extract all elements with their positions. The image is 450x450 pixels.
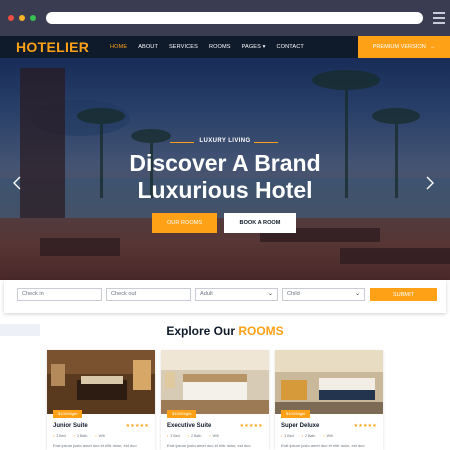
carousel-prev-icon[interactable] [12,176,22,190]
price-badge: $100/Night [167,410,197,418]
hero-subtitle-line-right [254,142,278,143]
bath-count: 2 Bath [304,434,316,438]
premium-version-label: PREMIUM VERSION [372,44,426,50]
bath-icon: ▪ [301,434,303,438]
adult-select-value: Adult [200,291,213,297]
price-badge: $100/Night [281,410,311,418]
site-logo[interactable]: HOTELIER [16,36,89,58]
bed-info: ▪ 3 Bed [167,434,180,438]
book-a-room-button[interactable]: BOOK A ROOM [224,213,296,233]
check-out-field[interactable]: Check out [106,288,191,301]
star-rating: ★★★★★ [125,423,149,429]
room-description: Erat ipsum justo amet duo et elitr dolor… [167,443,251,448]
wifi-info: ▪ Wifi [209,434,218,438]
price-badge: $100/Night [53,410,83,418]
close-window-dot[interactable] [8,15,14,21]
room-photo [47,350,155,414]
caret-down-icon: ▾ [260,44,266,50]
bath-info: ▪ 2 Bath [74,434,88,438]
bed-icon: ▪ [53,434,55,438]
star-rating: ★★★★★ [239,423,263,429]
bed-count: 3 Bed [56,434,66,438]
chevron-down-icon: ⌄ [354,291,360,297]
nav-rooms[interactable]: ROOMS [209,44,231,50]
star-rating: ★★★★★ [353,423,377,429]
bed-info: ▪ 3 Bed [53,434,66,438]
child-select[interactable]: Child ⌄ [282,288,365,301]
nav-links: HOME ABOUT SERVICES ROOMS PAGES ▾ CONTAC… [110,36,304,58]
wifi-info: ▪ Wifi [95,434,104,438]
room-description: Erat ipsum justo amet duo et elitr dolor… [53,443,137,448]
carousel-next-icon[interactable] [425,176,435,190]
room-meta: ▪ 3 Bed ▪ 2 Bath ▪ Wifi [53,434,105,438]
wifi-icon: ▪ [209,434,211,438]
arrow-right-icon: → [429,44,436,50]
room-name: Super Deluxe [281,423,320,429]
nav-pages-label: PAGES [241,44,261,50]
address-bar[interactable] [46,12,423,24]
wifi-icon: ▪ [323,434,325,438]
room-meta: ▪ 3 Bed ▪ 2 Bath ▪ Wifi [281,434,333,438]
hero-carousel: LUXURY LIVING Discover A Brand Luxurious… [0,58,450,280]
bed-count: 3 Bed [170,434,180,438]
rooms-title-accent: ROOMS [238,324,284,338]
room-description: Erat ipsum justo amet duo et elitr dolor… [281,443,365,448]
bath-count: 2 Bath [76,434,88,438]
rooms-section-title: Explore Our ROOMS [0,324,450,338]
bed-info: ▪ 3 Bed [281,434,294,438]
browser-toolbar [0,0,450,36]
nav-contact[interactable]: CONTACT [277,44,304,50]
hamburger-menu-icon[interactable] [433,12,445,24]
nav-pages-dropdown[interactable]: PAGES ▾ [242,44,266,50]
wifi-label: Wifi [212,434,219,438]
bath-icon: ▪ [187,434,189,438]
check-in-field[interactable]: Check in [17,288,102,301]
bed-icon: ▪ [281,434,283,438]
chevron-down-icon: ⌄ [267,291,273,297]
hero-title-line-2: Luxurious Hotel [137,177,313,203]
room-photo [161,350,269,414]
wifi-label: Wifi [326,434,333,438]
bath-count: 2 Bath [190,434,202,438]
hero-title-line-1: Discover A Brand [129,150,321,176]
room-name: Junior Suite [53,423,88,429]
booking-form: Check in Check out Adult ⌄ Child ⌄ SUBMI… [4,280,446,313]
maximize-window-dot[interactable] [30,15,36,21]
bed-count: 3 Bed [284,434,294,438]
room-photo [275,350,383,414]
rooms-title-prefix: Explore Our [166,324,235,338]
bath-info: ▪ 2 Bath [302,434,316,438]
hero-title: Discover A Brand Luxurious Hotel [0,150,450,204]
bath-icon: ▪ [73,434,75,438]
minimize-window-dot[interactable] [19,15,25,21]
wifi-label: Wifi [98,434,105,438]
submit-button[interactable]: SUBMIT [370,288,437,301]
room-meta: ▪ 3 Bed ▪ 2 Bath ▪ Wifi [167,434,219,438]
adult-select[interactable]: Adult ⌄ [195,288,278,301]
child-select-value: Child [287,291,300,297]
wifi-icon: ▪ [95,434,97,438]
premium-version-button[interactable]: PREMIUM VERSION → [358,36,450,58]
room-card-executive-suite[interactable]: $100/Night Executive Suite ★★★★★ ▪ 3 Bed … [161,350,269,450]
nav-about[interactable]: ABOUT [138,44,158,50]
wifi-info: ▪ Wifi [323,434,332,438]
bed-icon: ▪ [167,434,169,438]
bath-info: ▪ 2 Bath [188,434,202,438]
room-card-junior-suite[interactable]: $100/Night Junior Suite ★★★★★ ▪ 3 Bed ▪ 2 … [47,350,155,450]
room-card-super-deluxe[interactable]: $100/Night Super Deluxe ★★★★★ ▪ 3 Bed ▪ 2 … [275,350,383,450]
nav-home[interactable]: HOME [110,44,127,50]
our-rooms-button[interactable]: OUR ROOMS [152,213,217,233]
nav-services[interactable]: SERVICES [169,44,198,50]
hero-subtitle: LUXURY LIVING [199,138,251,144]
room-name: Executive Suite [167,423,212,429]
